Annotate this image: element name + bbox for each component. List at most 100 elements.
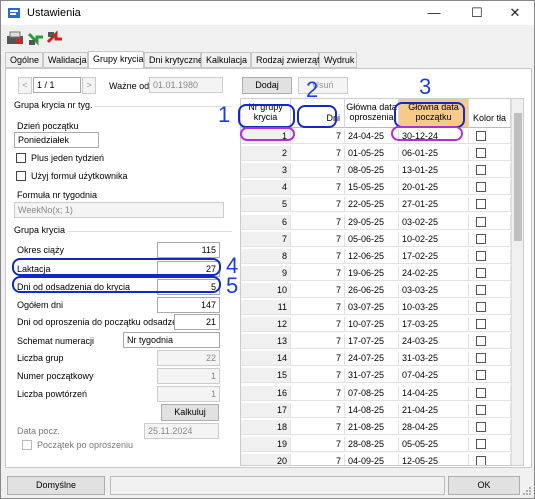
table-row[interactable]: 14 7 24-07-25 31-03-25 xyxy=(241,351,511,367)
color-checkbox[interactable] xyxy=(476,438,486,449)
group-count-input[interactable]: 22 xyxy=(157,350,220,366)
color-checkbox[interactable] xyxy=(476,455,486,465)
cell-group-number[interactable]: 16 xyxy=(241,385,291,401)
cell-days[interactable]: 7 xyxy=(291,385,345,401)
cell-days[interactable]: 7 xyxy=(291,334,345,350)
cell-start-date[interactable]: 31-03-25 xyxy=(399,351,469,367)
color-checkbox[interactable] xyxy=(476,404,486,415)
color-checkbox[interactable] xyxy=(476,267,486,278)
cell-group-number[interactable]: 5 xyxy=(241,197,291,213)
table-row[interactable]: 8 7 12-06-25 17-02-25 xyxy=(241,248,511,264)
cell-group-number[interactable]: 20 xyxy=(241,453,291,465)
table-row[interactable]: 17 7 14-08-25 21-04-25 xyxy=(241,402,511,418)
cell-start-date[interactable]: 17-02-25 xyxy=(399,248,469,264)
start-after-farrowing-checkbox[interactable] xyxy=(22,440,32,450)
cell-days[interactable]: 7 xyxy=(291,300,345,315)
cell-start-date[interactable]: 06-01-25 xyxy=(399,146,469,162)
cell-days[interactable]: 7 xyxy=(291,419,345,435)
cell-days[interactable]: 7 xyxy=(291,402,345,418)
table-row[interactable]: 9 7 19-06-25 24-02-25 xyxy=(241,265,511,281)
color-checkbox[interactable] xyxy=(476,250,486,261)
cell-start-date[interactable]: 03-02-25 xyxy=(399,214,469,230)
cell-farrowing-date[interactable]: 29-05-25 xyxy=(345,214,399,230)
print-icon[interactable] xyxy=(5,28,25,48)
formula-input[interactable]: WeekNo(x; 1) xyxy=(14,202,224,218)
table-row[interactable]: 10 7 26-06-25 03-03-25 xyxy=(241,282,511,298)
resize-grip-icon[interactable] xyxy=(522,486,532,496)
cell-days[interactable]: 7 xyxy=(291,197,345,213)
tab-critical-days[interactable]: Dni krytyczne xyxy=(144,52,203,68)
cell-farrowing-date[interactable]: 15-05-25 xyxy=(345,180,399,196)
color-checkbox[interactable] xyxy=(476,336,486,347)
cell-farrowing-date[interactable]: 01-05-25 xyxy=(345,146,399,162)
start-date-input[interactable]: 25.11.2024 xyxy=(144,423,219,439)
color-checkbox[interactable] xyxy=(476,165,486,176)
cell-days[interactable]: 7 xyxy=(291,180,345,196)
next-page-button[interactable]: > xyxy=(82,77,96,94)
cell-days[interactable]: 7 xyxy=(291,248,345,264)
cell-start-date[interactable]: 12-05-25 xyxy=(399,453,469,465)
cell-farrowing-date[interactable]: 17-07-25 xyxy=(345,334,399,350)
plus-one-week-checkbox[interactable] xyxy=(16,153,26,163)
cell-group-number[interactable]: 10 xyxy=(241,282,291,298)
cell-farrowing-date[interactable]: 10-07-25 xyxy=(345,317,399,333)
tab-calculation[interactable]: Kalkulacja xyxy=(201,52,251,68)
cell-group-number[interactable]: 14 xyxy=(241,351,291,367)
cell-days[interactable]: 7 xyxy=(291,265,345,281)
total-days-input[interactable]: 147 xyxy=(157,297,220,313)
table-row[interactable]: 19 7 28-08-25 05-05-25 xyxy=(241,436,511,452)
ok-button[interactable]: OK xyxy=(448,476,520,495)
cell-start-date[interactable]: 10-03-25 xyxy=(399,300,469,315)
cell-group-number[interactable]: 2 xyxy=(241,146,291,162)
cell-farrowing-date[interactable]: 28-08-25 xyxy=(345,436,399,452)
cell-farrowing-date[interactable]: 05-06-25 xyxy=(345,231,399,247)
color-checkbox[interactable] xyxy=(476,353,486,364)
cell-farrowing-date[interactable]: 03-07-25 xyxy=(345,300,399,315)
table-row[interactable]: 20 7 04-09-25 12-05-25 xyxy=(241,453,511,465)
color-checkbox[interactable] xyxy=(476,182,486,193)
cell-group-number[interactable]: 9 xyxy=(241,265,291,281)
farrowing-to-weaning-input[interactable]: 21 xyxy=(174,314,220,330)
delete-arrow-icon[interactable] xyxy=(45,28,65,48)
cell-group-number[interactable]: 12 xyxy=(241,317,291,333)
numbering-scheme-select[interactable]: Nr tygodnia xyxy=(123,332,220,348)
cell-start-date[interactable]: 20-01-25 xyxy=(399,180,469,196)
table-row[interactable]: 7 7 05-06-25 10-02-25 xyxy=(241,231,511,247)
table-row[interactable]: 3 7 08-05-25 13-01-25 xyxy=(241,163,511,179)
tab-printout[interactable]: Wydruk xyxy=(319,52,357,68)
cell-group-number[interactable]: 15 xyxy=(241,368,291,384)
calculate-button[interactable]: Kalkuluj xyxy=(161,404,219,421)
cell-farrowing-date[interactable]: 21-08-25 xyxy=(345,419,399,435)
header-farrowing-date[interactable]: Główna data oproszenia xyxy=(345,99,399,128)
cell-farrowing-date[interactable]: 22-05-25 xyxy=(345,197,399,213)
color-checkbox[interactable] xyxy=(476,284,486,295)
cell-group-number[interactable]: 17 xyxy=(241,402,291,418)
table-row[interactable]: 15 7 31-07-25 07-04-25 xyxy=(241,368,511,384)
cell-days[interactable]: 7 xyxy=(291,317,345,333)
cell-start-date[interactable]: 14-04-25 xyxy=(399,385,469,401)
table-row[interactable]: 4 7 15-05-25 20-01-25 xyxy=(241,180,511,196)
color-checkbox[interactable] xyxy=(476,199,486,210)
maximize-button[interactable]: ☐ xyxy=(457,1,497,25)
cell-start-date[interactable]: 24-02-25 xyxy=(399,265,469,281)
cell-group-number[interactable]: 19 xyxy=(241,436,291,452)
close-button[interactable]: ✕ xyxy=(495,1,535,25)
table-scrollbar[interactable] xyxy=(511,99,523,465)
cell-farrowing-date[interactable]: 08-05-25 xyxy=(345,163,399,179)
pregnancy-period-input[interactable]: 115 xyxy=(157,242,220,258)
cell-days[interactable]: 7 xyxy=(291,146,345,162)
cell-farrowing-date[interactable]: 31-07-25 xyxy=(345,368,399,384)
color-checkbox[interactable] xyxy=(476,148,486,159)
cell-group-number[interactable]: 18 xyxy=(241,419,291,435)
color-checkbox[interactable] xyxy=(476,319,486,330)
header-background-color[interactable]: Kolor tła xyxy=(469,99,511,128)
tab-general[interactable]: Ogólne xyxy=(5,52,43,68)
table-row[interactable]: 18 7 21-08-25 28-04-25 xyxy=(241,419,511,435)
cell-start-date[interactable]: 17-03-25 xyxy=(399,317,469,333)
cell-start-date[interactable]: 05-05-25 xyxy=(399,436,469,452)
cell-days[interactable]: 7 xyxy=(291,231,345,247)
cell-farrowing-date[interactable]: 19-06-25 xyxy=(345,265,399,281)
start-day-select[interactable]: Poniedziałek xyxy=(14,132,99,148)
cell-start-date[interactable]: 13-01-25 xyxy=(399,163,469,179)
import-arrow-icon[interactable] xyxy=(26,28,46,48)
